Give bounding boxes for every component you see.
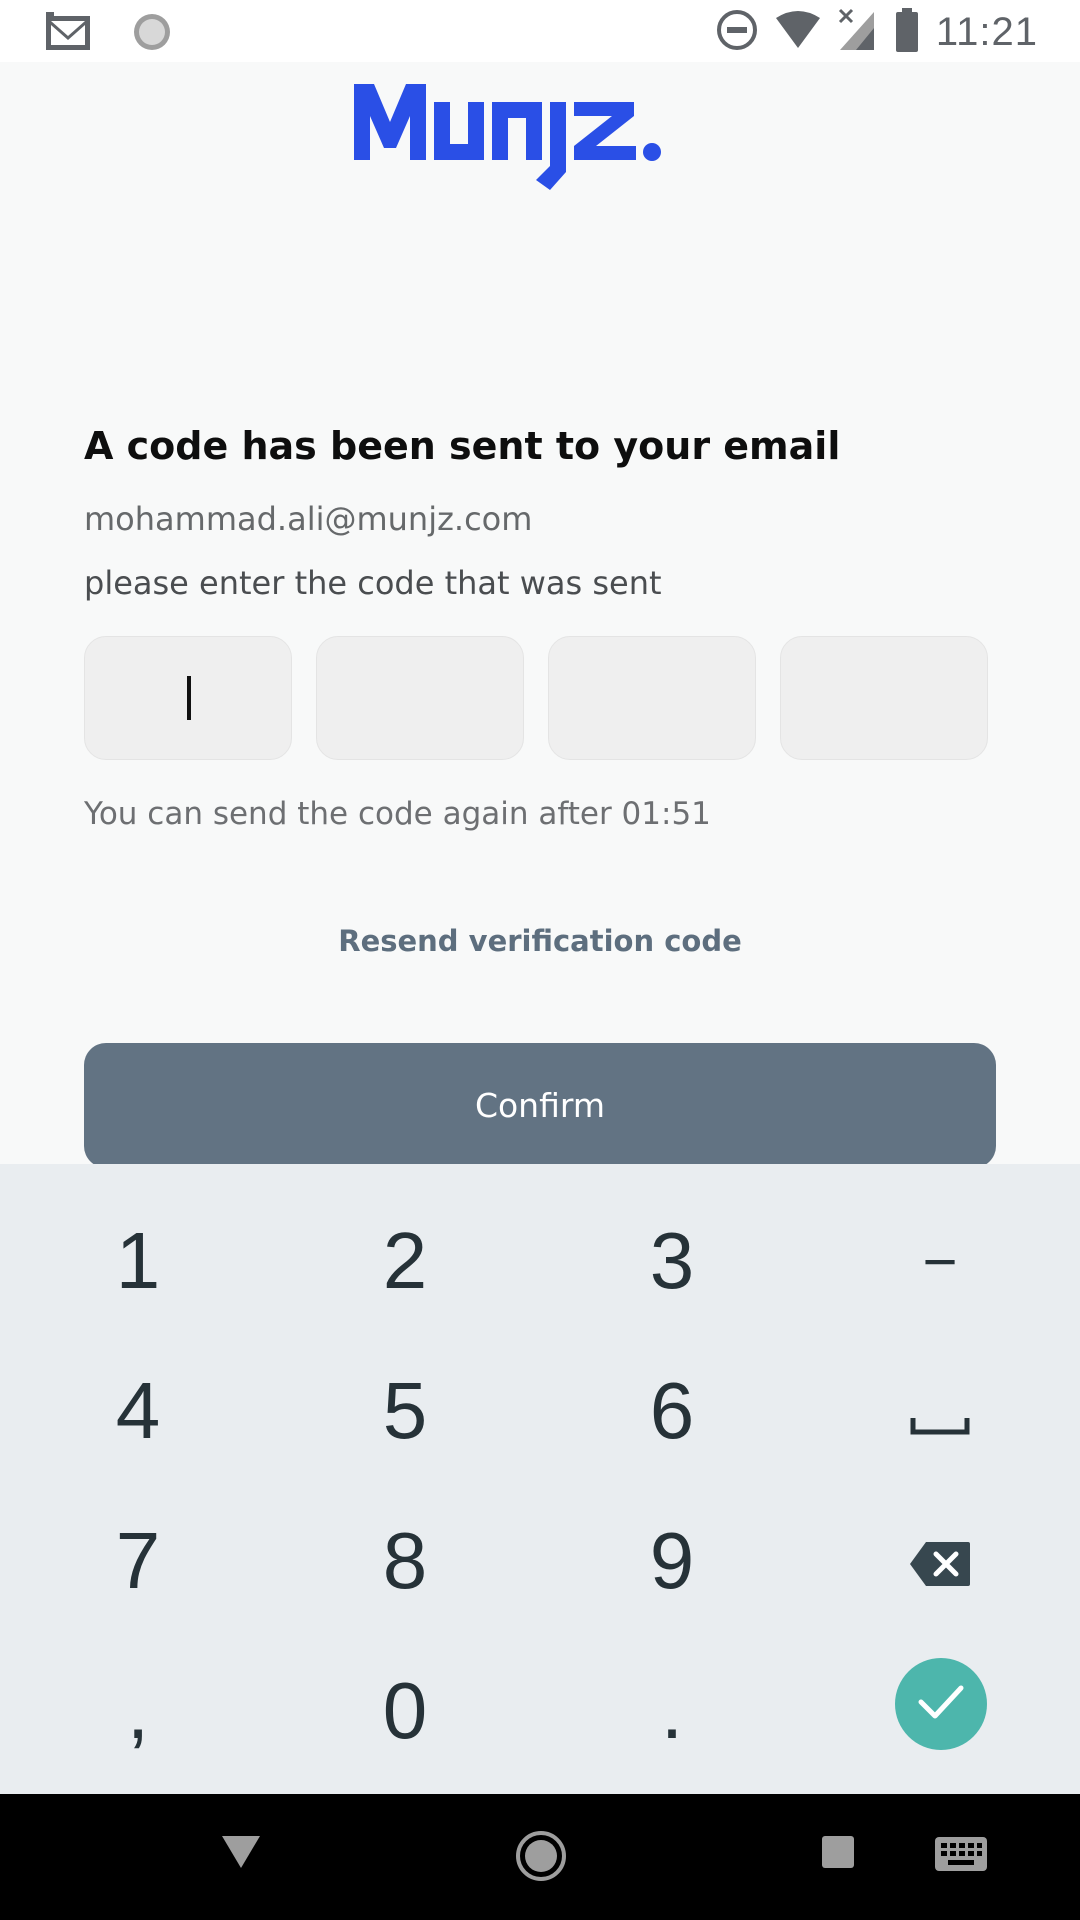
done-icon [916,1682,966,1726]
key-1[interactable]: 1 [28,1186,248,1336]
key-0[interactable]: 0 [295,1636,515,1786]
gmail-icon [44,12,92,56]
recents-icon[interactable] [820,1834,856,1874]
page-title: A code has been sent to your email [84,424,841,468]
key-7[interactable]: 7 [28,1486,248,1636]
wifi-icon [774,10,822,54]
key-5[interactable]: 5 [295,1336,515,1486]
key-4[interactable]: 4 [28,1336,248,1486]
key-8[interactable]: 8 [295,1486,515,1636]
key-minus[interactable]: − [830,1186,1050,1336]
code-digit-input-4[interactable] [780,636,988,760]
munjz-logo [0,72,1080,202]
battery-icon [894,8,920,56]
resend-timer: You can send the code again after 01:51 [84,796,711,832]
confirm-button[interactable]: Confirm [84,1043,996,1168]
home-icon[interactable] [515,1830,567,1886]
no-signal-icon [838,8,878,56]
key-period[interactable]: . [562,1636,782,1786]
do-not-disturb-icon [716,9,758,55]
code-digit-input-2[interactable] [316,636,524,760]
email-address: mohammad.ali@munjz.com [84,500,533,538]
key-space[interactable] [830,1336,1050,1486]
key-done[interactable] [895,1658,987,1750]
code-input-group [84,636,988,760]
code-digit-input-3[interactable] [548,636,756,760]
instruction-text: please enter the code that was sent [84,564,662,602]
keyboard-switch-icon[interactable] [934,1836,988,1876]
space-icon [910,1365,970,1457]
backspace-icon [908,1515,972,1607]
confirm-button-label: Confirm [474,1086,606,1125]
key-9[interactable]: 9 [562,1486,782,1636]
status-bar: 11:21 [0,0,1080,62]
clock: 11:21 [935,9,1038,54]
text-caret [187,676,191,720]
navigation-bar [0,1794,1080,1920]
resend-code-link[interactable]: Resend verification code [0,924,1080,958]
sync-icon [132,12,172,56]
key-2[interactable]: 2 [295,1186,515,1336]
key-6[interactable]: 6 [562,1336,782,1486]
key-backspace[interactable] [830,1486,1050,1636]
back-icon[interactable] [218,1832,264,1876]
key-3[interactable]: 3 [562,1186,782,1336]
key-comma[interactable]: , [28,1636,248,1786]
